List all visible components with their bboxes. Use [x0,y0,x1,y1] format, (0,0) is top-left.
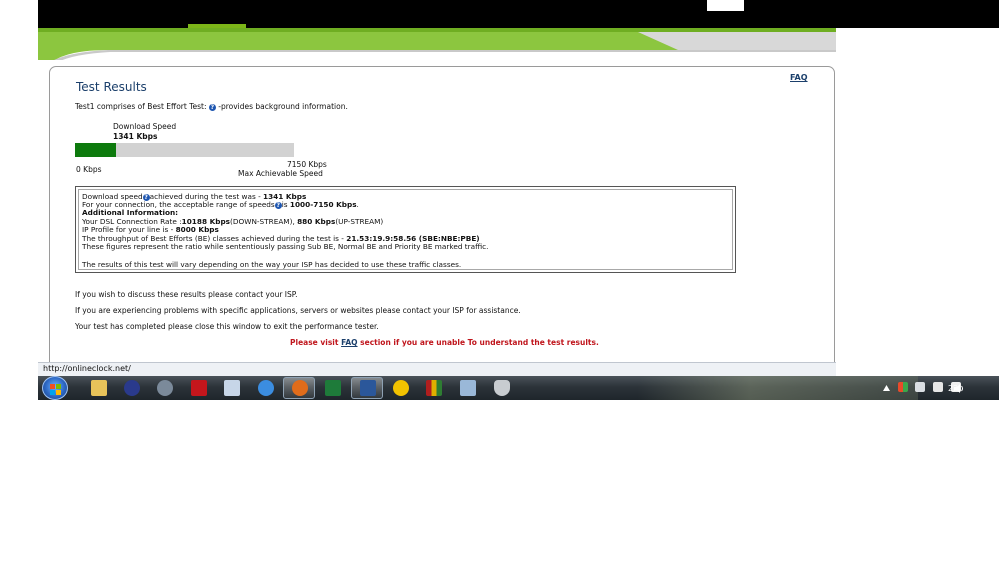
download-speed-value: 1341 Kbps [113,132,158,141]
internet-explorer-icon[interactable] [258,380,274,396]
speed-progress-bar [75,143,294,157]
faq-link[interactable]: FAQ [790,73,808,82]
left-margin [0,0,38,562]
site-banner [38,28,836,62]
document-icon[interactable] [224,380,240,396]
browser-top-bar [38,0,999,28]
tray-app-icon[interactable] [898,382,908,392]
download-speed-label: Download Speed [113,122,177,131]
info-value: 1000-7150 Kbps [289,200,357,209]
speed-progress-fill [75,143,117,157]
info-value: 880 Kbps [297,217,336,226]
excel-icon[interactable] [325,380,341,396]
info-text: (DOWN-STREAM), [230,217,298,226]
contact-isp-text: If you wish to discuss these results ple… [75,290,298,299]
info-text: . [356,200,359,209]
media-icon[interactable] [124,380,140,396]
faq-notice: Please visit FAQ section if you are unab… [290,338,599,347]
status-url: http://onlineclock.net/ [43,364,131,373]
firefox-icon [292,380,308,396]
library-icon[interactable] [426,380,442,396]
banner-swoosh [38,28,836,62]
photo-icon[interactable] [460,380,476,396]
intro-text-after: -provides background information. [215,102,348,111]
tray-expand-icon[interactable] [883,385,890,391]
windows-logo-icon [50,384,61,395]
start-button[interactable] [42,376,68,400]
explorer-icon[interactable] [91,380,107,396]
money-icon[interactable] [393,380,409,396]
info-line-additional-heading: Additional Information: [82,208,179,217]
info-text: IP Profile for your line is - [82,225,176,234]
word-taskbar-button[interactable] [351,377,383,399]
info-line-ratio-note: These figures represent the ratio while … [82,242,489,251]
notice-text: Please visit [290,338,342,347]
info-text: (UP-STREAM) [335,217,384,226]
intro-text: Test1 comprises of Best Effort Test: ? -… [75,102,348,111]
tray-power-icon[interactable] [933,382,943,392]
word-icon [360,380,376,396]
kaspersky-icon[interactable] [191,380,207,396]
page-title: Test Results [76,80,147,94]
browser-status-bar: http://onlineclock.net/ [38,362,836,376]
close-window-text: Your test has completed please close thi… [75,322,379,331]
info-text: is [281,200,290,209]
notice-faq-link[interactable]: FAQ [341,338,357,347]
assistance-text: If you are experiencing problems with sp… [75,306,521,315]
info-box: Download speed? achieved during the test … [75,186,736,273]
network-icon[interactable] [157,380,173,396]
max-speed-value: 7150 Kbps [287,160,327,169]
help-icon[interactable]: ? [274,201,282,209]
help-icon[interactable]: ? [208,103,216,111]
info-box-inner: Download speed? achieved during the test … [78,189,733,270]
taskbar-clock: 22: [948,384,961,393]
taskbar [38,376,999,400]
firefox-taskbar-button[interactable] [283,377,315,399]
taskbar-scenery [638,376,918,400]
shield-icon[interactable] [494,380,510,396]
notice-text: section if you are unable To understand … [357,338,599,347]
intro-text-before: Test1 comprises of Best Effort Test: [75,102,209,111]
tray-device-icon[interactable] [915,382,925,392]
max-speed-label: Max Achievable Speed [238,169,323,178]
min-speed-label: 0 Kbps [76,165,102,174]
top-white-block [707,0,744,11]
info-line-vary-note: The results of this test will vary depen… [82,260,462,269]
info-line-ip-profile: IP Profile for your line is - 8000 Kbps [82,226,219,234]
info-value: 8000 Kbps [175,225,219,234]
